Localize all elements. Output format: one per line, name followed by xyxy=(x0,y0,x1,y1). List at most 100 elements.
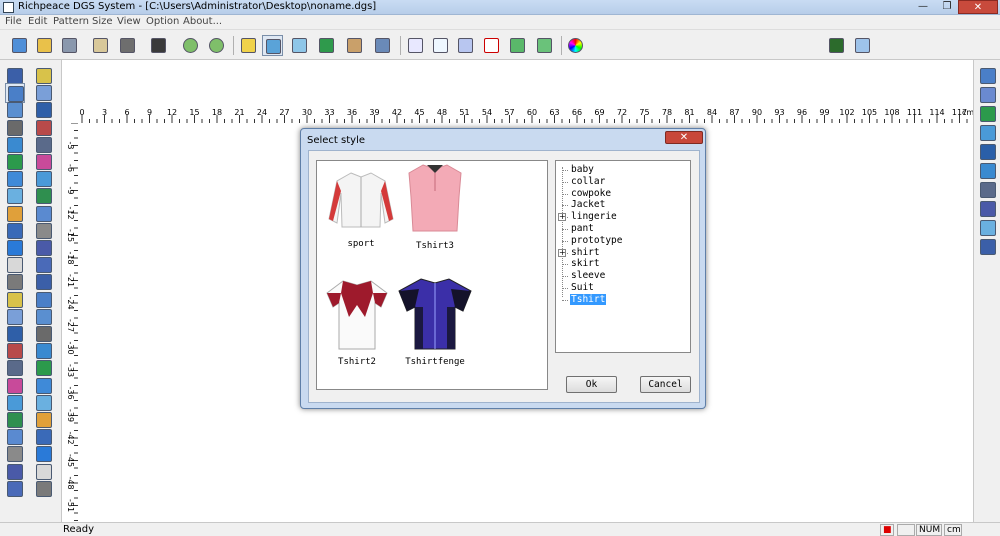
right-tool-3-icon[interactable] xyxy=(978,104,998,124)
open-folder-icon[interactable] xyxy=(34,35,55,56)
right-tool-4-icon[interactable] xyxy=(978,123,998,143)
cancel-button[interactable]: Cancel xyxy=(640,376,691,393)
ruler-label: 93 xyxy=(774,108,784,117)
ruler-label: 90 xyxy=(752,108,762,117)
tree-connector xyxy=(562,205,568,207)
tree-item-suit[interactable]: Suit xyxy=(570,282,595,293)
unit-indicator: cm xyxy=(944,524,962,536)
menu-option[interactable]: Option xyxy=(146,16,179,27)
plotter-icon[interactable] xyxy=(148,35,169,56)
tool-25a-icon[interactable] xyxy=(5,479,25,499)
tree-item-pant[interactable]: pant xyxy=(570,223,595,234)
measure-icon[interactable] xyxy=(238,35,259,56)
right-tool-9-icon[interactable] xyxy=(978,218,998,238)
print-setup-icon[interactable] xyxy=(90,35,111,56)
tree-item-prototype[interactable]: prototype xyxy=(570,235,623,246)
seam-allowance-icon[interactable] xyxy=(481,35,502,56)
dialog-close-button[interactable]: ✕ xyxy=(665,131,703,144)
ruler-label: 36 xyxy=(347,108,357,117)
ruler-label: -33 xyxy=(66,364,75,377)
tree-item-lingerie[interactable]: lingerie xyxy=(570,211,618,222)
right-tool-10-icon[interactable] xyxy=(978,237,998,257)
tree-connector xyxy=(562,288,568,289)
menu-file[interactable]: File xyxy=(5,16,22,27)
tree-item-tshirt[interactable]: Tshirt xyxy=(570,293,607,305)
expand-icon[interactable]: + xyxy=(558,213,566,222)
ruler-label: 78 xyxy=(662,108,672,117)
ruler-label: 87 xyxy=(729,108,739,117)
ruler-label: 15 xyxy=(189,108,199,117)
ruler-label: 27 xyxy=(279,108,289,117)
ruler-label: -39 xyxy=(66,409,75,422)
style-thumbnail-tshirt2[interactable]: Tshirt2 xyxy=(317,277,397,367)
style-thumbnail-tshirt3[interactable]: Tshirt3 xyxy=(395,161,475,251)
ruler-label: 12 xyxy=(167,108,177,117)
brush-icon[interactable] xyxy=(344,35,365,56)
right-tool-1-icon[interactable] xyxy=(978,66,998,86)
menu-pattern[interactable]: Pattern xyxy=(53,16,89,27)
dart-icon[interactable] xyxy=(534,35,555,56)
right-tool-7-icon[interactable] xyxy=(978,180,998,200)
tree-item-jacket[interactable]: Jacket xyxy=(570,199,606,210)
tree-item-cowpoke[interactable]: cowpoke xyxy=(570,188,612,199)
minimize-button[interactable]: — xyxy=(912,0,934,14)
color-wheel-icon[interactable] xyxy=(565,35,586,56)
fill-piece-icon[interactable] xyxy=(316,35,337,56)
tree-item-skirt[interactable]: skirt xyxy=(570,258,601,269)
layers-icon[interactable] xyxy=(372,35,393,56)
film-icon[interactable] xyxy=(826,35,847,56)
menu-size[interactable]: Size xyxy=(92,16,113,27)
ruler-label: 57 xyxy=(504,108,514,117)
maximize-button[interactable]: ❐ xyxy=(936,0,958,14)
help-icon[interactable] xyxy=(852,35,873,56)
tree-item-baby[interactable]: baby xyxy=(570,164,595,175)
tree-item-collar[interactable]: collar xyxy=(570,176,606,187)
grid-view-icon[interactable] xyxy=(262,35,283,56)
ruler-label: 84 xyxy=(707,108,717,117)
tree-item-sleeve[interactable]: sleeve xyxy=(570,270,606,281)
ruler-label: -9 xyxy=(66,187,75,195)
line-grade-icon[interactable] xyxy=(430,35,451,56)
right-toolbox xyxy=(973,60,1000,522)
tree-connector xyxy=(562,167,563,297)
right-tool-2-icon[interactable] xyxy=(978,85,998,105)
tree-connector xyxy=(562,181,568,183)
ruler-label: 0 xyxy=(79,108,84,117)
close-button[interactable]: ✕ xyxy=(958,0,998,14)
ok-button[interactable]: Ok xyxy=(566,376,617,393)
right-tool-8-icon[interactable] xyxy=(978,199,998,219)
ruler-label: 39 xyxy=(369,108,379,117)
scatter-grade-icon[interactable] xyxy=(405,35,426,56)
ruler-label: -36 xyxy=(66,386,75,399)
ruler-label: -18 xyxy=(66,251,75,264)
ruler-label: -6 xyxy=(66,164,75,172)
num-lock-indicator: NUM xyxy=(916,524,942,536)
right-tool-6-icon[interactable] xyxy=(978,161,998,181)
ruler-label: 69 xyxy=(594,108,604,117)
new-file-icon[interactable] xyxy=(9,35,30,56)
menu-edit[interactable]: Edit xyxy=(28,16,47,27)
ruler-label: 51 xyxy=(459,108,469,117)
ruler-label: 81 xyxy=(684,108,694,117)
curve-icon[interactable] xyxy=(507,35,528,56)
pattern-icon[interactable] xyxy=(289,35,310,56)
style-thumbnail-sport[interactable]: sport xyxy=(321,167,401,249)
right-tool-5-icon[interactable] xyxy=(978,142,998,162)
ruler-label: -15 xyxy=(66,229,75,242)
style-thumbnail-tshirtfenge[interactable]: Tshirtfenge xyxy=(395,277,475,367)
style-caption: Tshirt3 xyxy=(416,241,454,251)
title-bar: Richpeace DGS System - [C:\Users\Adminis… xyxy=(0,0,1000,15)
ruler-label: 63 xyxy=(549,108,559,117)
redo-icon[interactable] xyxy=(206,35,227,56)
expand-icon[interactable]: + xyxy=(558,248,566,257)
table-grade-icon[interactable] xyxy=(455,35,476,56)
camera-icon[interactable] xyxy=(117,35,138,56)
undo-icon[interactable] xyxy=(180,35,201,56)
tool-25b-icon[interactable] xyxy=(34,479,54,499)
ruler-label: -45 xyxy=(66,454,75,467)
tree-item-shirt[interactable]: shirt xyxy=(570,247,601,258)
dialog-title: Select style xyxy=(307,135,366,146)
save-icon[interactable] xyxy=(59,35,80,56)
menu-view[interactable]: View xyxy=(117,16,141,27)
menu-about[interactable]: About... xyxy=(183,16,222,27)
